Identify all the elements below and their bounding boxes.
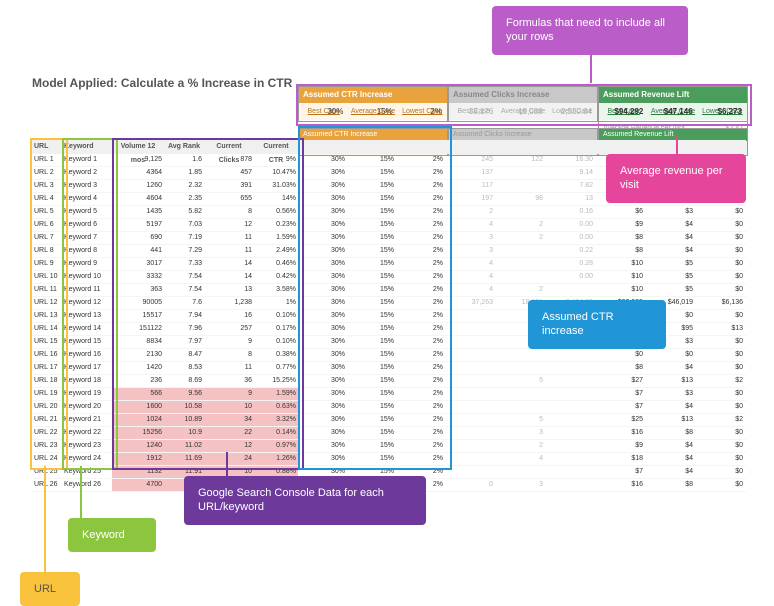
table-row: URL 22Keyword 221525610.9220.14%30%15%2%… — [32, 427, 746, 440]
table-row: URL 19Keyword 195669.5691.59%30%15%2%$7$… — [32, 388, 746, 401]
table-row: URL 18Keyword 182368.693615.25%30%15%2%5… — [32, 375, 746, 388]
table-row: URL 11Keyword 113637.54133.58%30%15%2%42… — [32, 284, 746, 297]
callout-gsc-data: Google Search Console Data for each URL/… — [184, 476, 426, 525]
table-row: URL 21Keyword 21102410.89343.32%30%15%2%… — [32, 414, 746, 427]
table-row: URL 24Keyword 24191211.69241.26%30%15%2%… — [32, 453, 746, 466]
callout-formulas: Formulas that need to include all your r… — [492, 6, 688, 55]
table-row: URL 8Keyword 84417.29112.49%30%15%2%30.2… — [32, 245, 746, 258]
callout-ctr-increase: Assumed CTR increase — [528, 300, 666, 349]
callout-url: URL — [20, 572, 80, 606]
summary-revenue: $94,292 $47,146 $6,273 — [598, 103, 746, 120]
callout-keyword: Keyword — [68, 518, 156, 552]
callout-avg-revenue: Average revenue per visit — [606, 154, 746, 203]
summary-clicks: 38,176 19,088 2,530.84 — [448, 103, 596, 120]
table-row: URL 20Keyword 20160010.58100.63%30%15%2%… — [32, 401, 746, 414]
table-header: URL Keyword Volume 12 mos Avg Rank Curre… — [32, 140, 746, 154]
table-row: URL 23Keyword 23124011.02120.97%30%15%2%… — [32, 440, 746, 453]
page-title: Model Applied: Calculate a % Increase in… — [32, 76, 292, 90]
table-row: URL 9Keyword 930177.33140.46%30%15%2%40.… — [32, 258, 746, 271]
table-row: URL 17Keyword 1714208.53110.77%30%15%2%$… — [32, 362, 746, 375]
table-row: URL 10Keyword 1033327.54140.42%30%15%2%4… — [32, 271, 746, 284]
table-row: URL 6Keyword 651977.03120.23%30%15%2%420… — [32, 219, 746, 232]
header-clicks-label: Assumed Clicks Increase — [449, 87, 597, 103]
header-rev-label: Assumed Revenue Lift — [599, 87, 747, 103]
header-ctr-label: Assumed CTR Increase — [299, 87, 447, 103]
table-row: URL 7Keyword 76907.19111.59%30%15%2%320.… — [32, 232, 746, 245]
table-row: URL 5Keyword 514355.8280.56%30%15%2%20.1… — [32, 206, 746, 219]
summary-ctr: 30% 15% 2% — [298, 103, 446, 120]
table-row: URL 16Keyword 1621308.4780.38%30%15%2%$0… — [32, 349, 746, 362]
